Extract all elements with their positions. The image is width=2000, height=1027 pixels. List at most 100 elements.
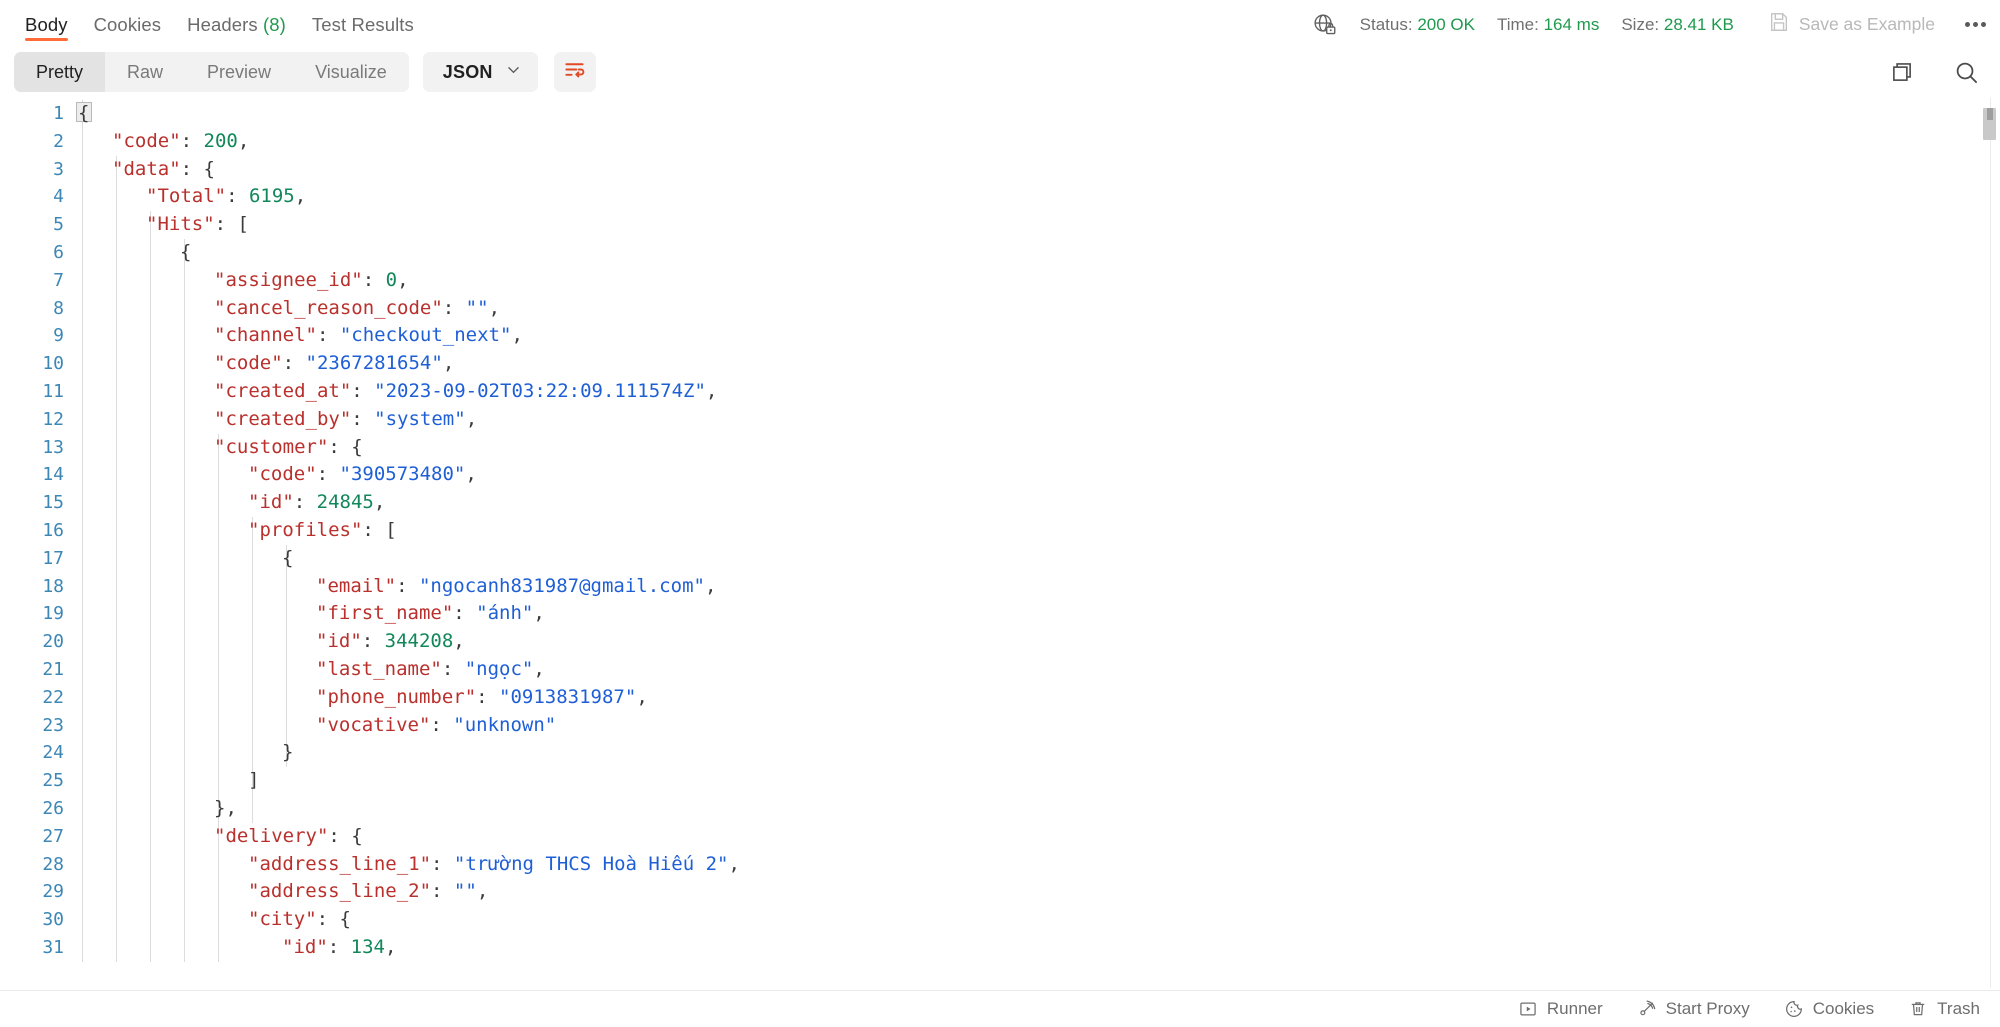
token-p: , <box>237 129 250 152</box>
code-line-content[interactable]: "id": 24845, <box>248 489 385 517</box>
code-line-content[interactable]: "code": "2367281654", <box>214 350 454 378</box>
format-select[interactable]: JSON <box>422 52 538 92</box>
scrollbar-thumb[interactable] <box>1983 108 1996 140</box>
code-line-content[interactable]: "id": 134, <box>282 934 396 962</box>
code-line-content[interactable]: }, <box>214 795 237 823</box>
kebab-menu-icon[interactable] <box>1965 22 1986 27</box>
view-mode-preview[interactable]: Preview <box>185 52 293 92</box>
code-line-content[interactable]: "phone_number": "0913831987", <box>316 684 648 712</box>
token-p: ] <box>248 769 260 792</box>
token-s: "ngọc" <box>464 657 534 680</box>
code-line-content[interactable]: "Total": 6195, <box>146 183 306 211</box>
footer-start-proxy-button[interactable]: Start Proxy <box>1637 999 1750 1019</box>
token-n: 134 <box>350 935 385 958</box>
code-line: 19 "first_name": "ánh", <box>0 600 2000 628</box>
code-line-content[interactable]: "delivery": { <box>214 823 363 851</box>
code-line-content[interactable]: "first_name": "ánh", <box>316 600 545 628</box>
view-mode-raw[interactable]: Raw <box>105 52 185 92</box>
code-line-content[interactable]: "address_line_2": "", <box>248 878 488 906</box>
token-s: "trường THCS Hoà Hiếu 2" <box>453 852 729 875</box>
wrap-text-button[interactable] <box>553 52 596 92</box>
footer-runner-button[interactable]: Runner <box>1518 999 1603 1019</box>
token-p: , <box>442 352 455 375</box>
code-line-content[interactable]: "created_at": "2023-09-02T03:22:09.11157… <box>214 378 717 406</box>
footer-trash-button[interactable]: Trash <box>1908 999 1980 1019</box>
code-line: 12 "created_by": "system", <box>0 406 2000 434</box>
code-line: 21 "last_name": "ngọc", <box>0 656 2000 684</box>
token-p: , <box>373 491 386 514</box>
token-s: "ngocanh831987@gmail.com" <box>418 574 705 597</box>
code-line: 30 "city": { <box>0 906 2000 934</box>
floppy-disk-icon <box>1768 11 1790 38</box>
token-s: "checkout_next" <box>339 324 512 347</box>
code-line-content[interactable]: { <box>78 100 89 128</box>
token-p: : <box>431 852 454 875</box>
token-p: : <box>316 324 340 347</box>
cookie-icon <box>1784 999 1804 1019</box>
code-line: 18 "email": "ngocanh831987@gmail.com", <box>0 573 2000 601</box>
chevron-down-icon <box>505 61 522 83</box>
code-line-content[interactable]: "data": { <box>112 156 215 184</box>
token-p: : <box>441 657 465 680</box>
view-mode-pretty[interactable]: Pretty <box>14 52 106 92</box>
code-line: 14 "code": "390573480", <box>0 461 2000 489</box>
token-p: : <box>327 935 351 958</box>
token-k: "address_line_1" <box>248 852 432 875</box>
code-line-content[interactable]: "Hits": [ <box>146 211 249 239</box>
token-n: 200 <box>203 129 238 152</box>
code-line-content[interactable]: "vocative": "unknown" <box>316 712 556 740</box>
token-p: , <box>511 324 523 347</box>
format-select-value: JSON <box>442 61 493 82</box>
token-p: , <box>384 935 397 958</box>
save-as-example-button[interactable]: Save as Example <box>1768 11 1935 38</box>
code-line: 8 "cancel_reason_code": "", <box>0 295 2000 323</box>
token-k: "id" <box>316 630 362 653</box>
token-k: "customer" <box>214 435 329 458</box>
code-line-content[interactable]: "email": "ngocanh831987@gmail.com", <box>316 573 716 601</box>
code-line-content[interactable]: { <box>180 239 191 267</box>
globe-lock-icon[interactable] <box>1312 12 1338 38</box>
code-vertical-scrollbar[interactable] <box>1983 96 1996 990</box>
status-label: Status: <box>1359 14 1413 34</box>
token-k: "Total" <box>146 185 227 208</box>
code-line-content[interactable]: "customer": { <box>214 434 363 462</box>
code-line-content[interactable]: "created_by": "system", <box>214 406 477 434</box>
line-number: 10 <box>42 353 64 375</box>
line-number: 29 <box>42 881 64 903</box>
token-p: { <box>282 546 294 569</box>
code-line-content[interactable]: "code": "390573480", <box>248 461 477 489</box>
token-n: 24845 <box>316 491 374 514</box>
code-line-content[interactable]: { <box>282 545 293 573</box>
token-k: "address_line_2" <box>248 880 432 903</box>
code-line: 9 "channel": "checkout_next", <box>0 322 2000 350</box>
code-line-content[interactable]: "last_name": "ngọc", <box>316 656 545 684</box>
code-line-content[interactable]: "channel": "checkout_next", <box>214 322 523 350</box>
code-line: 7 "assignee_id": 0, <box>0 267 2000 295</box>
token-p: : <box>476 685 500 708</box>
code-line-content[interactable]: ] <box>248 767 259 795</box>
search-icon[interactable] <box>1953 59 1980 86</box>
token-p: , <box>533 602 545 625</box>
code-line-content[interactable]: "address_line_1": "trường THCS Hoà Hiếu … <box>248 851 740 879</box>
code-line: 27 "delivery": { <box>0 823 2000 851</box>
view-mode-visualize[interactable]: Visualize <box>293 52 409 92</box>
code-line-content[interactable]: "code": 200, <box>112 128 249 156</box>
code-line-content[interactable]: "city": { <box>248 906 351 934</box>
line-number: 1 <box>53 103 64 124</box>
token-s: "0913831987" <box>499 685 637 708</box>
token-s: "390573480" <box>339 463 466 486</box>
token-n: 344208 <box>384 630 454 653</box>
code-line-content[interactable]: } <box>282 739 293 767</box>
code-line-content[interactable]: "assignee_id": 0, <box>214 267 409 295</box>
token-k: "code" <box>112 129 181 152</box>
token-k: "code" <box>248 463 317 486</box>
copy-icon[interactable] <box>1889 59 1915 85</box>
code-line: 20 "id": 344208, <box>0 628 2000 656</box>
code-line-content[interactable]: "cancel_reason_code": "", <box>214 295 500 323</box>
scrollbar-track <box>1990 98 1991 988</box>
code-line-content[interactable]: "profiles": [ <box>248 517 397 545</box>
code-line-content[interactable]: "id": 344208, <box>316 628 465 656</box>
footer-cookies-button[interactable]: Cookies <box>1784 999 1874 1019</box>
response-body-code[interactable]: 1{2 "code": 200, 3 "data": {4 "Total": 6195,… <box>0 96 2000 990</box>
response-tab-label: Test Results <box>311 14 414 35</box>
